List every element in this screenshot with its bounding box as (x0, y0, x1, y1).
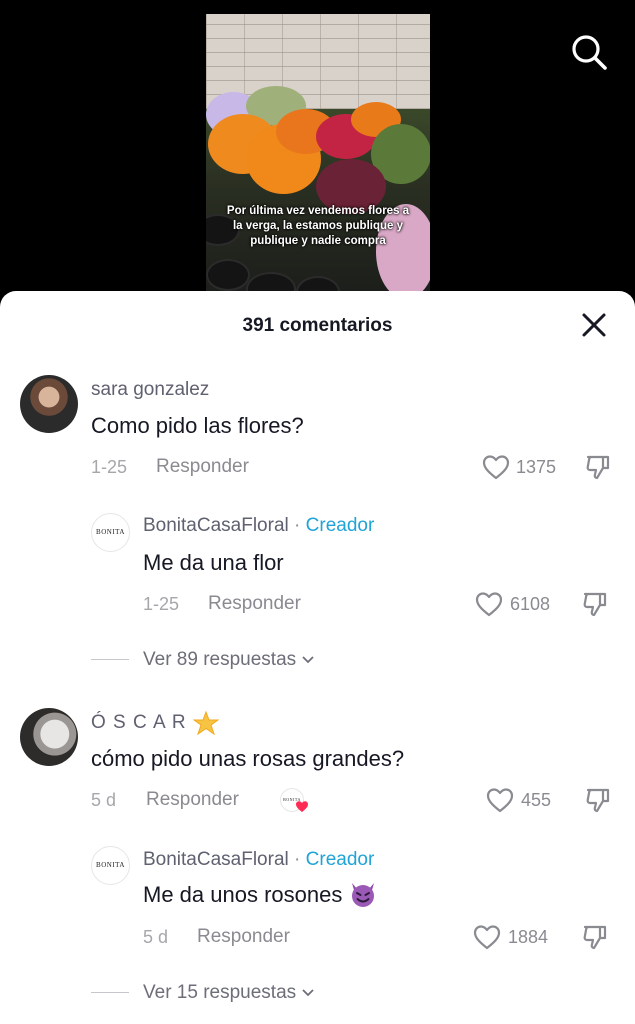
reply-username-line: BonitaCasaFloral · Creador (143, 849, 374, 871)
view-replies-label: Ver 89 respuestas (143, 649, 297, 670)
reply-button[interactable]: Responder (146, 789, 239, 811)
smiling-devil-emoji-icon (352, 883, 375, 908)
like-count: 6108 (510, 594, 551, 614)
avatar[interactable] (20, 375, 78, 433)
heart-outline-icon[interactable] (475, 591, 503, 617)
creator-logo-text: BONITA (96, 861, 125, 869)
heart-filled-icon (296, 801, 308, 812)
star-icon (192, 711, 219, 735)
avatar[interactable] (20, 708, 78, 766)
chevron-down-icon (302, 656, 315, 664)
comment-date: 1-25 (91, 457, 128, 477)
comment-username[interactable]: sara gonzalez (91, 379, 209, 401)
divider-line (91, 992, 129, 993)
chevron-down-icon (302, 989, 315, 997)
thumbs-down-icon[interactable] (581, 923, 609, 951)
reply-date: 1-25 (143, 594, 180, 614)
comments-sheet: 391 comentarios sara gonzalez Como pido … (0, 291, 635, 1024)
view-replies-label: Ver 15 respuestas (143, 982, 297, 1003)
reply-button[interactable]: Responder (208, 593, 301, 615)
flower-pot (206, 259, 250, 291)
close-icon[interactable] (578, 309, 610, 341)
creator-logo-text: BONITA (96, 528, 125, 536)
comment-username[interactable]: Ó S C A R (91, 712, 187, 733)
video-caption: Por última vez vendemos flores a la verg… (226, 205, 410, 247)
comment-text: cómo pido unas rosas grandes? (91, 746, 405, 771)
comment-username-line: Ó S C A R (91, 711, 219, 735)
reply-text-line: Me da unos rosones (143, 882, 378, 908)
video-area[interactable]: Por última vez vendemos flores a la verg… (0, 0, 635, 300)
view-replies-button[interactable]: Ver 89 respuestas (143, 649, 315, 671)
avatar[interactable]: BONITA (91, 846, 130, 885)
reply-username[interactable]: BonitaCasaFloral (143, 849, 289, 870)
thumbs-down-icon[interactable] (581, 590, 609, 618)
reply-button[interactable]: Responder (197, 926, 290, 948)
heart-outline-icon[interactable] (482, 454, 510, 480)
creator-badge: Creador (305, 849, 375, 870)
avatar[interactable]: BONITA (91, 513, 130, 552)
heart-outline-icon[interactable] (486, 787, 514, 813)
separator-dot: · (294, 849, 301, 870)
divider-line (91, 659, 129, 660)
comment-text: Como pido las flores? (91, 413, 304, 438)
thumbs-down-icon[interactable] (584, 453, 612, 481)
video-thumbnail[interactable]: Por última vez vendemos flores a la verg… (206, 14, 430, 300)
search-icon[interactable] (570, 33, 608, 71)
heart-outline-icon[interactable] (473, 924, 501, 950)
comments-count-title: 391 comentarios (242, 315, 393, 336)
reply-button[interactable]: Responder (156, 456, 249, 478)
reply-username-line: BonitaCasaFloral · Creador (143, 515, 374, 537)
reply-date: 5 d (143, 927, 169, 947)
view-replies-button[interactable]: Ver 15 respuestas (143, 982, 315, 1004)
separator-dot: · (294, 515, 301, 536)
like-count: 1375 (516, 457, 557, 477)
reply-username[interactable]: BonitaCasaFloral (143, 515, 289, 536)
like-count: 455 (521, 790, 552, 810)
thumbs-down-icon[interactable] (584, 786, 612, 814)
creator-badge: Creador (305, 515, 375, 536)
comment-date: 5 d (91, 790, 117, 810)
like-count: 1884 (508, 927, 549, 947)
reply-text: Me da una flor (143, 550, 284, 575)
reply-text: Me da unos rosones (143, 882, 343, 907)
